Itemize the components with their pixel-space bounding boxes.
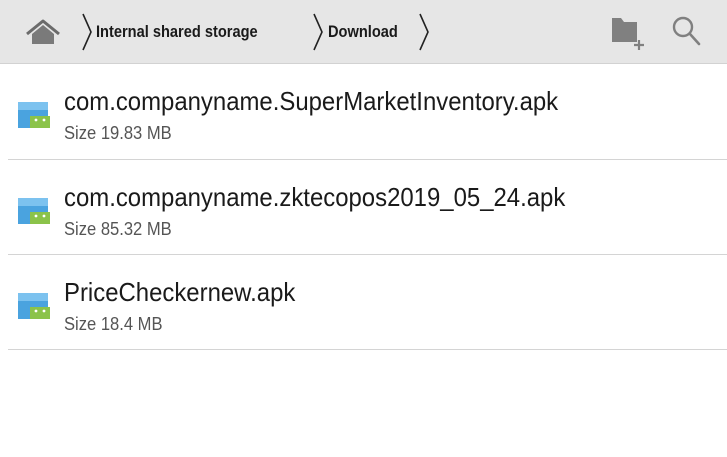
breadcrumb-separator-icon [313,13,323,51]
breadcrumb-internal-storage[interactable]: Internal shared storage [96,10,284,54]
list-item[interactable]: com.companyname.zktecopos2019_05_24.apk … [8,160,727,255]
new-folder-icon [612,18,644,50]
file-name: PriceCheckernew.apk [64,277,296,307]
file-name: com.companyname.zktecopos2019_05_24.apk [64,182,566,212]
file-name: com.companyname.SuperMarketInventory.apk [64,86,559,116]
breadcrumb-separator-icon [419,13,429,51]
home-button[interactable] [14,10,72,54]
apk-file-icon [18,198,50,224]
search-button[interactable] [663,8,711,56]
file-manager-screen: Internal shared storage Download com.com… [0,0,727,457]
list-item[interactable]: PriceCheckernew.apk Size 18.4 MB [8,255,727,350]
apk-file-icon [18,102,50,128]
file-size: Size 19.83 MB [64,123,172,143]
apk-file-icon [18,293,50,319]
home-icon [26,19,60,44]
file-size: Size 85.32 MB [64,219,172,239]
search-icon [672,16,701,46]
new-folder-button[interactable] [604,8,652,56]
breadcrumb-label: Download [328,22,398,41]
list-item[interactable]: com.companyname.SuperMarketInventory.apk… [8,64,727,160]
file-list: com.companyname.SuperMarketInventory.apk… [8,64,727,350]
path-toolbar: Internal shared storage Download [0,0,727,64]
file-size: Size 18.4 MB [64,314,163,334]
breadcrumb-label: Internal shared storage [96,22,258,41]
breadcrumb-separator-icon [82,13,92,51]
breadcrumb-download[interactable]: Download [328,10,409,54]
